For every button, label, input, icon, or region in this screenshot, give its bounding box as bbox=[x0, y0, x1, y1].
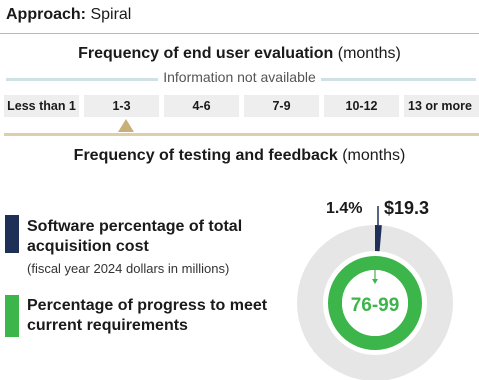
frequency-scale: Less than 1 1-3 4-6 7-9 10-12 13 or more bbox=[4, 95, 479, 117]
testing-frequency-title: Frequency of testing and feedback (month… bbox=[0, 147, 479, 165]
scale-cell-selected: 1-3 bbox=[84, 95, 159, 117]
approach-heading: Approach: Spiral bbox=[6, 6, 131, 24]
scale-cell: Less than 1 bbox=[4, 95, 79, 117]
progress-legend-title: Percentage of progress to meet current r… bbox=[27, 297, 268, 334]
scale-cell: 10-12 bbox=[324, 95, 399, 117]
eval-frequency-title: Frequency of end user evaluation (months… bbox=[0, 45, 479, 63]
approach-value: Spiral bbox=[90, 6, 132, 23]
scale-cell: 4-6 bbox=[164, 95, 239, 117]
info-note: Information not available bbox=[0, 69, 479, 87]
eval-title-unit: (months) bbox=[337, 45, 401, 62]
software-legend-title: Software percentage of total acquisition… bbox=[27, 218, 243, 255]
selected-marker-icon bbox=[118, 119, 134, 132]
software-legend-swatch bbox=[5, 215, 19, 253]
testing-title-unit: (months) bbox=[342, 147, 406, 164]
info-note-text: Information not available bbox=[158, 69, 321, 85]
scale-cell: 13 or more bbox=[404, 95, 479, 117]
scale-cell: 7-9 bbox=[244, 95, 319, 117]
software-legend-subtitle: (fiscal year 2024 dollars in millions) bbox=[27, 261, 230, 276]
cost-progress-donut: 76-99 bbox=[297, 206, 453, 380]
testing-title-bold: Frequency of testing and feedback bbox=[73, 147, 338, 164]
approach-label: Approach: bbox=[6, 6, 86, 23]
eval-title-bold: Frequency of end user evaluation bbox=[78, 45, 334, 62]
testing-line bbox=[4, 133, 479, 136]
progress-legend-swatch bbox=[5, 295, 19, 337]
progress-range-label: 76-99 bbox=[351, 295, 400, 316]
divider bbox=[0, 33, 479, 34]
